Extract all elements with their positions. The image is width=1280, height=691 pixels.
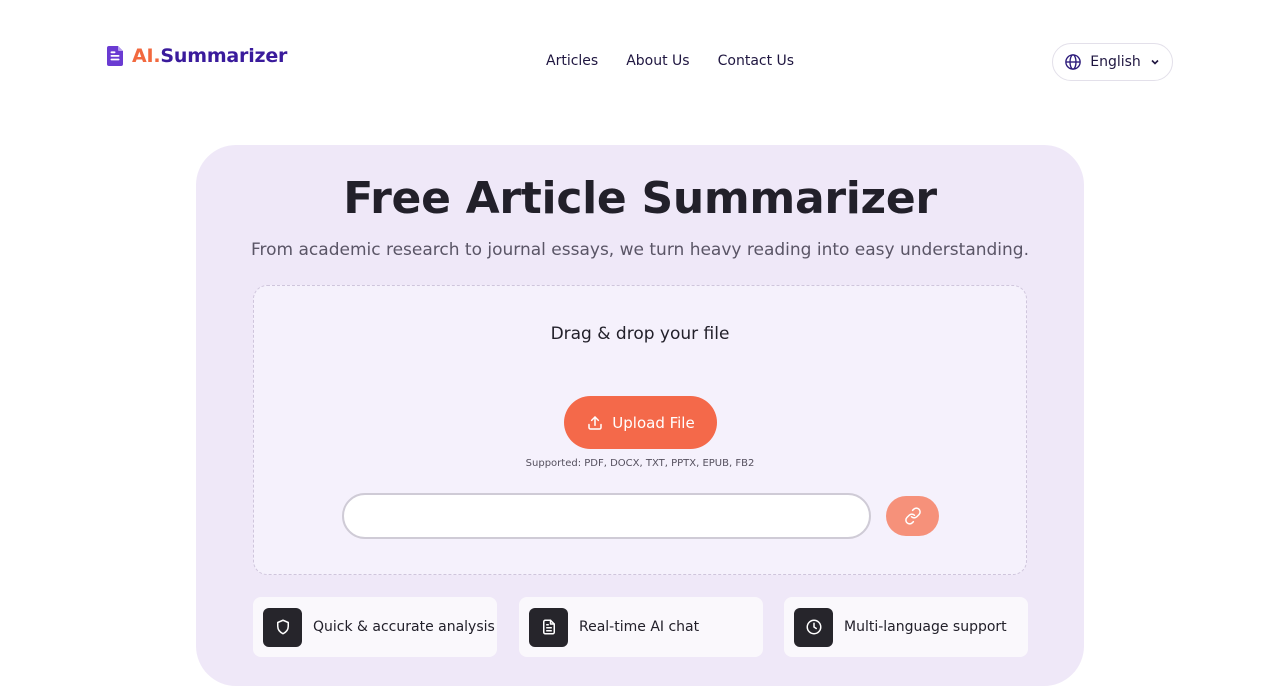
logo-ai-text: AI. [132, 45, 161, 67]
globe-icon [1065, 54, 1082, 70]
upload-file-button[interactable]: Upload File [564, 396, 717, 449]
page-subtitle: From academic research to journal essays… [250, 240, 1029, 260]
page-title: Free Article Summarizer [343, 173, 937, 224]
submit-link-button[interactable] [886, 496, 939, 536]
file-dropzone[interactable]: Drag & drop your file Upload File Suppor… [253, 285, 1027, 575]
feature-card-language: Multi-language support [784, 597, 1028, 657]
dropzone-label: Drag & drop your file [550, 324, 730, 344]
clock-icon [794, 607, 833, 647]
feature-card-chat: Real-time AI chat [519, 597, 763, 657]
logo-name-text: Summarizer [160, 45, 288, 67]
chevron-down-icon [1151, 59, 1159, 65]
nav-articles[interactable]: Articles [546, 53, 598, 69]
link-icon [904, 507, 921, 525]
upload-file-label: Upload File [612, 413, 695, 432]
upload-icon [588, 415, 603, 430]
shield-icon [263, 607, 302, 647]
document-icon [529, 607, 568, 647]
feature-label: Quick & accurate analysis [313, 619, 495, 635]
feature-card-analysis: Quick & accurate analysis [253, 597, 497, 657]
language-label: English [1090, 54, 1141, 70]
feature-list: Quick & accurate analysis Real-time AI c… [253, 597, 1028, 657]
feature-label: Real-time AI chat [579, 619, 700, 635]
hero-card: Free Article Summarizer From academic re… [196, 145, 1084, 686]
nav-contact-us[interactable]: Contact Us [718, 53, 794, 69]
supported-formats: Supported: PDF, DOCX, TXT, PPTX, EPUB, F… [525, 458, 755, 469]
logo[interactable]: AI.Summarizer [106, 44, 287, 68]
logo-text: AI.Summarizer [132, 45, 287, 67]
language-selector[interactable]: English [1052, 43, 1173, 81]
document-icon [107, 46, 123, 66]
feature-label: Multi-language support [844, 619, 1007, 635]
url-input[interactable] [342, 493, 871, 539]
nav-about-us[interactable]: About Us [626, 53, 689, 69]
main-nav: Articles About Us Contact Us [546, 53, 794, 69]
